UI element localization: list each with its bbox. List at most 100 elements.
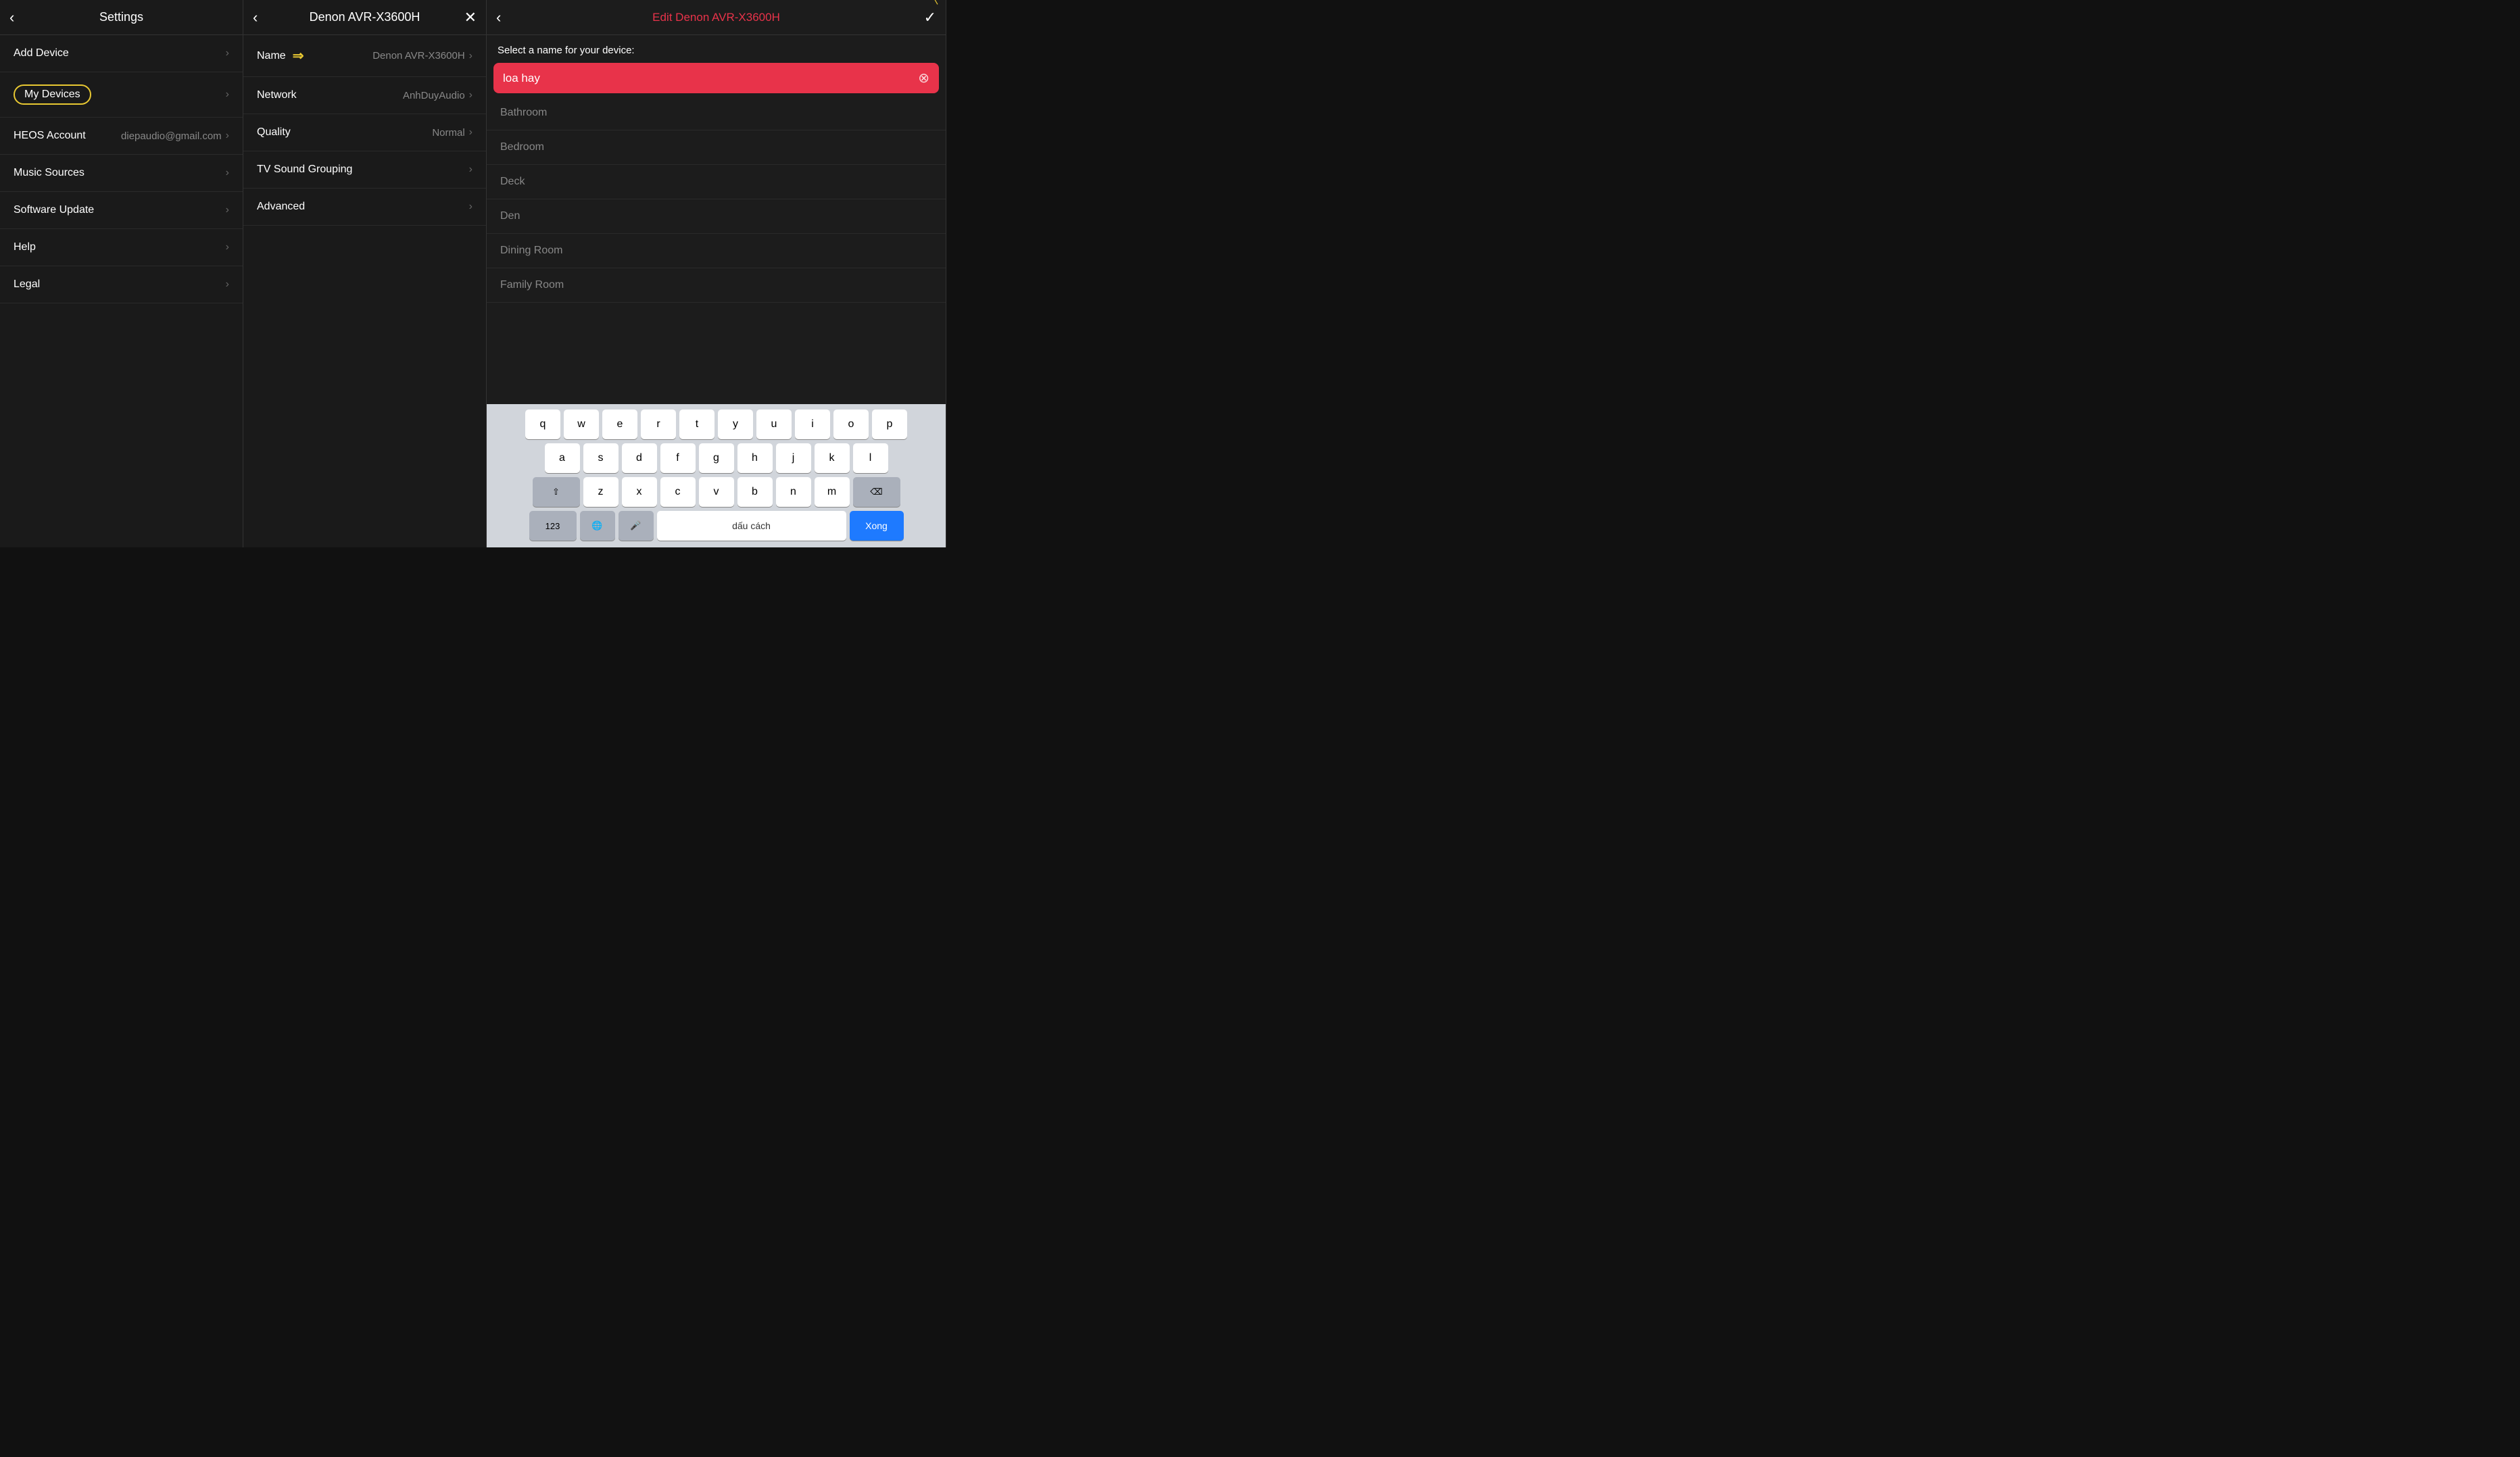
select-name-label: Select a name for your device:: [487, 35, 946, 63]
settings-header: ‹ Settings: [0, 0, 243, 35]
clear-input-button[interactable]: ⊗: [918, 70, 929, 87]
music-sources-item[interactable]: Music Sources ›: [0, 155, 243, 192]
software-update-item[interactable]: Software Update ›: [0, 192, 243, 229]
advanced-label: Advanced: [257, 201, 305, 213]
edit-panel: ‹ Edit Denon AVR-X3600H ✓ ↑ Select a nam…: [487, 0, 946, 547]
keyboard-row-4: 123 🌐 🎤 dấu cách Xong: [489, 511, 943, 541]
help-label: Help: [14, 241, 36, 253]
key-o[interactable]: o: [833, 410, 869, 439]
software-update-label: Software Update: [14, 204, 94, 216]
settings-title: Settings: [99, 10, 143, 24]
add-device-chevron: ›: [226, 47, 229, 59]
key-g[interactable]: g: [699, 443, 734, 473]
num-key[interactable]: 123: [529, 511, 577, 541]
space-key[interactable]: dấu cách: [657, 511, 846, 541]
edit-back-button[interactable]: ‹: [496, 9, 501, 26]
room-item-deck[interactable]: Deck: [487, 165, 946, 199]
backspace-key[interactable]: ⌫: [853, 477, 900, 507]
legal-label: Legal: [14, 278, 40, 291]
key-l[interactable]: l: [853, 443, 888, 473]
heos-account-value: diepaudio@gmail.com: [121, 130, 222, 142]
key-e[interactable]: e: [602, 410, 637, 439]
key-z[interactable]: z: [583, 477, 619, 507]
advanced-chevron: ›: [469, 201, 472, 213]
advanced-item[interactable]: Advanced ›: [243, 189, 486, 226]
keyboard: q w e r t y u i o p a s d f g h j k l ⇧ …: [487, 404, 946, 547]
key-j[interactable]: j: [776, 443, 811, 473]
add-device-label: Add Device: [14, 47, 69, 59]
key-b[interactable]: b: [737, 477, 773, 507]
my-devices-label: My Devices: [14, 84, 91, 105]
name-item[interactable]: Name ⇒ Denon AVR-X3600H ›: [243, 35, 486, 77]
keyboard-row-1: q w e r t y u i o p: [489, 410, 943, 439]
key-v[interactable]: v: [699, 477, 734, 507]
room-list: Bathroom Bedroom Deck Den Dining Room Fa…: [487, 96, 946, 404]
tv-sound-item[interactable]: TV Sound Grouping ›: [243, 151, 486, 189]
quality-chevron: ›: [469, 126, 472, 139]
device-panel: ‹ Denon AVR-X3600H ✕ Name ⇒ Denon AVR-X3…: [243, 0, 487, 547]
legal-item[interactable]: Legal ›: [0, 266, 243, 303]
key-i[interactable]: i: [795, 410, 830, 439]
settings-panel: ‹ Settings Add Device › My Devices › HEO…: [0, 0, 243, 547]
name-label: Name: [257, 50, 286, 62]
key-t[interactable]: t: [679, 410, 714, 439]
key-n[interactable]: n: [776, 477, 811, 507]
add-device-item[interactable]: Add Device ›: [0, 35, 243, 72]
key-x[interactable]: x: [622, 477, 657, 507]
network-item[interactable]: Network AnhDuyAudio ›: [243, 77, 486, 114]
network-value: AnhDuyAudio: [403, 90, 465, 101]
room-item-family-room[interactable]: Family Room: [487, 268, 946, 303]
device-back-button[interactable]: ‹: [253, 9, 258, 26]
device-title: Denon AVR-X3600H: [310, 10, 420, 24]
device-close-button[interactable]: ✕: [464, 9, 477, 26]
room-item-den[interactable]: Den: [487, 199, 946, 234]
room-item-bathroom[interactable]: Bathroom: [487, 96, 946, 130]
key-f[interactable]: f: [660, 443, 696, 473]
name-arrow-icon: ⇒: [293, 47, 304, 64]
name-value: Denon AVR-X3600H: [372, 50, 464, 61]
edit-title: Edit Denon AVR-X3600H: [652, 11, 780, 24]
key-m[interactable]: m: [815, 477, 850, 507]
my-devices-chevron: ›: [226, 89, 229, 101]
key-h[interactable]: h: [737, 443, 773, 473]
name-input-row: ⊗: [493, 63, 939, 93]
key-c[interactable]: c: [660, 477, 696, 507]
quality-label: Quality: [257, 126, 291, 139]
shift-key[interactable]: ⇧: [533, 477, 580, 507]
done-key[interactable]: Xong: [850, 511, 904, 541]
key-s[interactable]: s: [583, 443, 619, 473]
key-k[interactable]: k: [815, 443, 850, 473]
keyboard-row-2: a s d f g h j k l: [489, 443, 943, 473]
room-item-bedroom[interactable]: Bedroom: [487, 130, 946, 165]
network-chevron: ›: [469, 89, 472, 101]
globe-key[interactable]: 🌐: [580, 511, 615, 541]
software-update-chevron: ›: [226, 204, 229, 216]
device-header: ‹ Denon AVR-X3600H ✕: [243, 0, 486, 35]
key-y[interactable]: y: [718, 410, 753, 439]
keyboard-row-3: ⇧ z x c v b n m ⌫: [489, 477, 943, 507]
edit-check-button[interactable]: ✓: [924, 9, 936, 26]
key-q[interactable]: q: [525, 410, 560, 439]
tv-sound-label: TV Sound Grouping: [257, 164, 352, 176]
settings-back-button[interactable]: ‹: [9, 9, 14, 26]
key-d[interactable]: d: [622, 443, 657, 473]
key-w[interactable]: w: [564, 410, 599, 439]
network-label: Network: [257, 89, 297, 101]
room-item-dining-room[interactable]: Dining Room: [487, 234, 946, 268]
help-item[interactable]: Help ›: [0, 229, 243, 266]
key-r[interactable]: r: [641, 410, 676, 439]
key-u[interactable]: u: [756, 410, 792, 439]
edit-header: ‹ Edit Denon AVR-X3600H ✓ ↑: [487, 0, 946, 35]
key-p[interactable]: p: [872, 410, 907, 439]
quality-value: Normal: [432, 127, 464, 139]
music-sources-label: Music Sources: [14, 167, 84, 179]
quality-item[interactable]: Quality Normal ›: [243, 114, 486, 151]
name-input[interactable]: [503, 72, 918, 85]
key-a[interactable]: a: [545, 443, 580, 473]
music-sources-chevron: ›: [226, 167, 229, 179]
mic-key[interactable]: 🎤: [619, 511, 654, 541]
heos-account-chevron: ›: [226, 130, 229, 142]
heos-account-item[interactable]: HEOS Account diepaudio@gmail.com ›: [0, 118, 243, 155]
my-devices-item[interactable]: My Devices ›: [0, 72, 243, 118]
legal-chevron: ›: [226, 278, 229, 291]
